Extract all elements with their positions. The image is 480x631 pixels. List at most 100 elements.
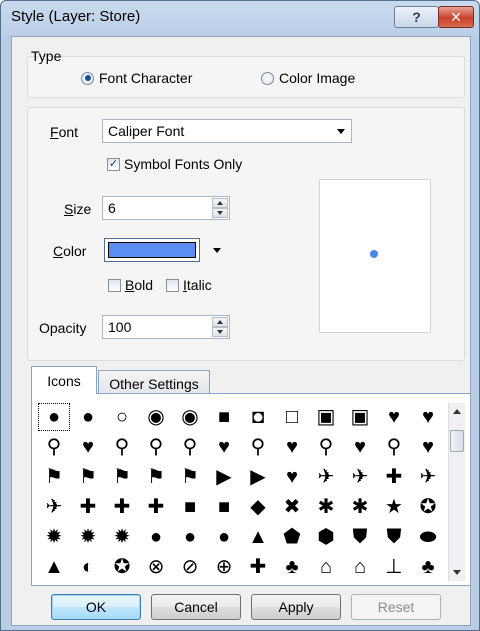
radio-color-image[interactable]: Color Image <box>261 70 355 86</box>
close-button[interactable]: ✕ <box>438 6 474 28</box>
icon-cell[interactable]: ✈ <box>37 492 71 522</box>
icon-cell[interactable]: ▶ <box>241 462 275 492</box>
icon-cell[interactable]: ⊘ <box>173 552 207 582</box>
icon-cell[interactable]: ✹ <box>37 522 71 552</box>
icon-cell[interactable]: ✚ <box>71 492 105 522</box>
icon-cell[interactable]: ♣ <box>275 552 309 582</box>
icon-cell[interactable]: ● <box>207 522 241 552</box>
icon-cell[interactable]: ◘ <box>241 402 275 432</box>
icon-cell[interactable]: ● <box>139 522 173 552</box>
icon-cell[interactable]: ★ <box>377 492 411 522</box>
icon-cell[interactable]: ✹ <box>105 522 139 552</box>
cancel-button[interactable]: Cancel <box>151 594 241 620</box>
icon-cell[interactable]: ♥ <box>71 432 105 462</box>
radio-color-image-label: Color Image <box>279 70 356 86</box>
icon-cell[interactable]: ♥ <box>275 432 309 462</box>
icon-cell[interactable]: ✱ <box>309 492 343 522</box>
icon-cell[interactable]: ◉ <box>173 402 207 432</box>
icon-cell[interactable]: ♥ <box>275 462 309 492</box>
icon-cell[interactable]: □ <box>275 402 309 432</box>
icon-cell[interactable]: ⚲ <box>105 432 139 462</box>
radio-font-character[interactable]: Font Character <box>81 70 192 86</box>
icon-cell[interactable]: ✪ <box>105 552 139 582</box>
icon-cell[interactable]: ⚑ <box>139 462 173 492</box>
icon-cell[interactable]: ♥ <box>377 402 411 432</box>
icon-cell[interactable]: ● <box>71 402 105 432</box>
icon-cell[interactable]: ✪ <box>411 492 445 522</box>
icon-cell[interactable]: ⊥ <box>377 552 411 582</box>
icon-cell[interactable]: ✚ <box>139 492 173 522</box>
icon-cell[interactable]: ⬟ <box>275 522 309 552</box>
scroll-down-icon[interactable] <box>453 570 461 575</box>
icon-cell[interactable]: ⛊ <box>343 522 377 552</box>
ok-button[interactable]: OK <box>51 594 141 620</box>
icon-cell[interactable]: ✱ <box>343 492 377 522</box>
icon-cell[interactable]: ⚑ <box>105 462 139 492</box>
scroll-thumb[interactable] <box>450 430 464 452</box>
icon-grid[interactable]: ● ● ○ ◉ ◉ ■ ◘ □ ▣ ▣ ♥ ♥ ⚲ ♥ ⚲ ⚲ ⚲ ♥ ⚲ ♥ ⚲ ♥ ⚲ ♥ ⚑ ⚑ ⚑ ⚑ ⚑ ▶ ▶ ♥ ✈ ✈ ✚ ✈ ✈ ✚ ✚ ✚… <box>37 402 447 580</box>
spin-down-button[interactable] <box>212 327 228 337</box>
spin-up-button[interactable] <box>212 198 228 208</box>
icon-cell[interactable]: ▲ <box>241 522 275 552</box>
icon-cell[interactable]: ⊕ <box>207 552 241 582</box>
apply-button[interactable]: Apply <box>251 594 341 620</box>
icon-cell[interactable]: ▲ <box>37 552 71 582</box>
help-button[interactable]: ? <box>394 6 439 28</box>
symbol-fonts-only-checkbox[interactable]: ✓ Symbol Fonts Only <box>107 156 242 172</box>
icon-cell[interactable]: ♥ <box>207 432 241 462</box>
icon-cell[interactable]: ✖ <box>275 492 309 522</box>
icon-cell[interactable]: ◆ <box>241 492 275 522</box>
icon-cell[interactable]: ⚲ <box>139 432 173 462</box>
icon-cell[interactable]: ✚ <box>377 462 411 492</box>
icon-cell[interactable]: ✈ <box>343 462 377 492</box>
scroll-up-icon[interactable] <box>453 409 461 414</box>
icon-cell[interactable]: ✹ <box>71 522 105 552</box>
icon-cell[interactable]: ▶ <box>207 462 241 492</box>
icon-cell[interactable]: ⛊ <box>377 522 411 552</box>
color-picker[interactable] <box>104 238 200 262</box>
icon-cell[interactable]: ⌂ <box>343 552 377 582</box>
italic-checkbox[interactable]: Italic <box>166 277 212 293</box>
icon-cell[interactable]: ⚲ <box>377 432 411 462</box>
icon-cell[interactable]: ✈ <box>411 462 445 492</box>
icon-cell[interactable]: ■ <box>207 402 241 432</box>
opacity-spinner[interactable]: 100 <box>102 315 230 339</box>
title-bar[interactable]: Style (Layer: Store) ? ✕ <box>1 1 479 33</box>
icon-cell[interactable]: ▣ <box>343 402 377 432</box>
icon-cell[interactable]: ○ <box>105 402 139 432</box>
icon-cell[interactable]: ⚑ <box>173 462 207 492</box>
font-combobox[interactable]: Caliper Font <box>102 119 352 143</box>
icon-cell[interactable]: ⚑ <box>71 462 105 492</box>
icon-cell[interactable]: ● <box>37 402 71 432</box>
icon-cell[interactable]: ▣ <box>309 402 343 432</box>
icon-cell[interactable]: ⚲ <box>173 432 207 462</box>
icon-cell[interactable]: ♣ <box>411 552 445 582</box>
spin-down-button[interactable] <box>212 208 228 218</box>
spin-up-button[interactable] <box>212 317 228 327</box>
icon-cell[interactable]: ● <box>173 522 207 552</box>
icon-cell[interactable]: ⊗ <box>139 552 173 582</box>
icon-cell[interactable]: ⚲ <box>309 432 343 462</box>
icon-cell[interactable]: ⚲ <box>37 432 71 462</box>
icon-cell[interactable]: ⌂ <box>309 552 343 582</box>
icon-cell[interactable]: ♥ <box>343 432 377 462</box>
bold-checkbox[interactable]: Bold <box>108 277 153 293</box>
icon-cell[interactable]: ■ <box>207 492 241 522</box>
icon-cell[interactable]: ⬬ <box>411 522 445 552</box>
icon-cell[interactable]: ♥ <box>411 432 445 462</box>
icon-cell[interactable]: ⚲ <box>241 432 275 462</box>
size-value: 6 <box>108 200 116 216</box>
chevron-down-icon[interactable] <box>213 248 221 253</box>
icon-cell[interactable]: ⬢ <box>309 522 343 552</box>
icon-cell[interactable]: ⚑ <box>37 462 71 492</box>
size-spinner[interactable]: 6 <box>102 196 230 220</box>
icon-cell[interactable]: ✚ <box>105 492 139 522</box>
icon-cell[interactable]: ◐ <box>71 552 105 582</box>
icon-cell[interactable]: ◉ <box>139 402 173 432</box>
icon-cell[interactable]: ■ <box>173 492 207 522</box>
icon-cell[interactable]: ✈ <box>309 462 343 492</box>
icon-grid-scrollbar[interactable] <box>448 403 465 581</box>
tab-icons[interactable]: Icons <box>31 366 97 394</box>
icon-cell[interactable]: ♥ <box>411 402 445 432</box>
icon-cell[interactable]: ✚ <box>241 552 275 582</box>
